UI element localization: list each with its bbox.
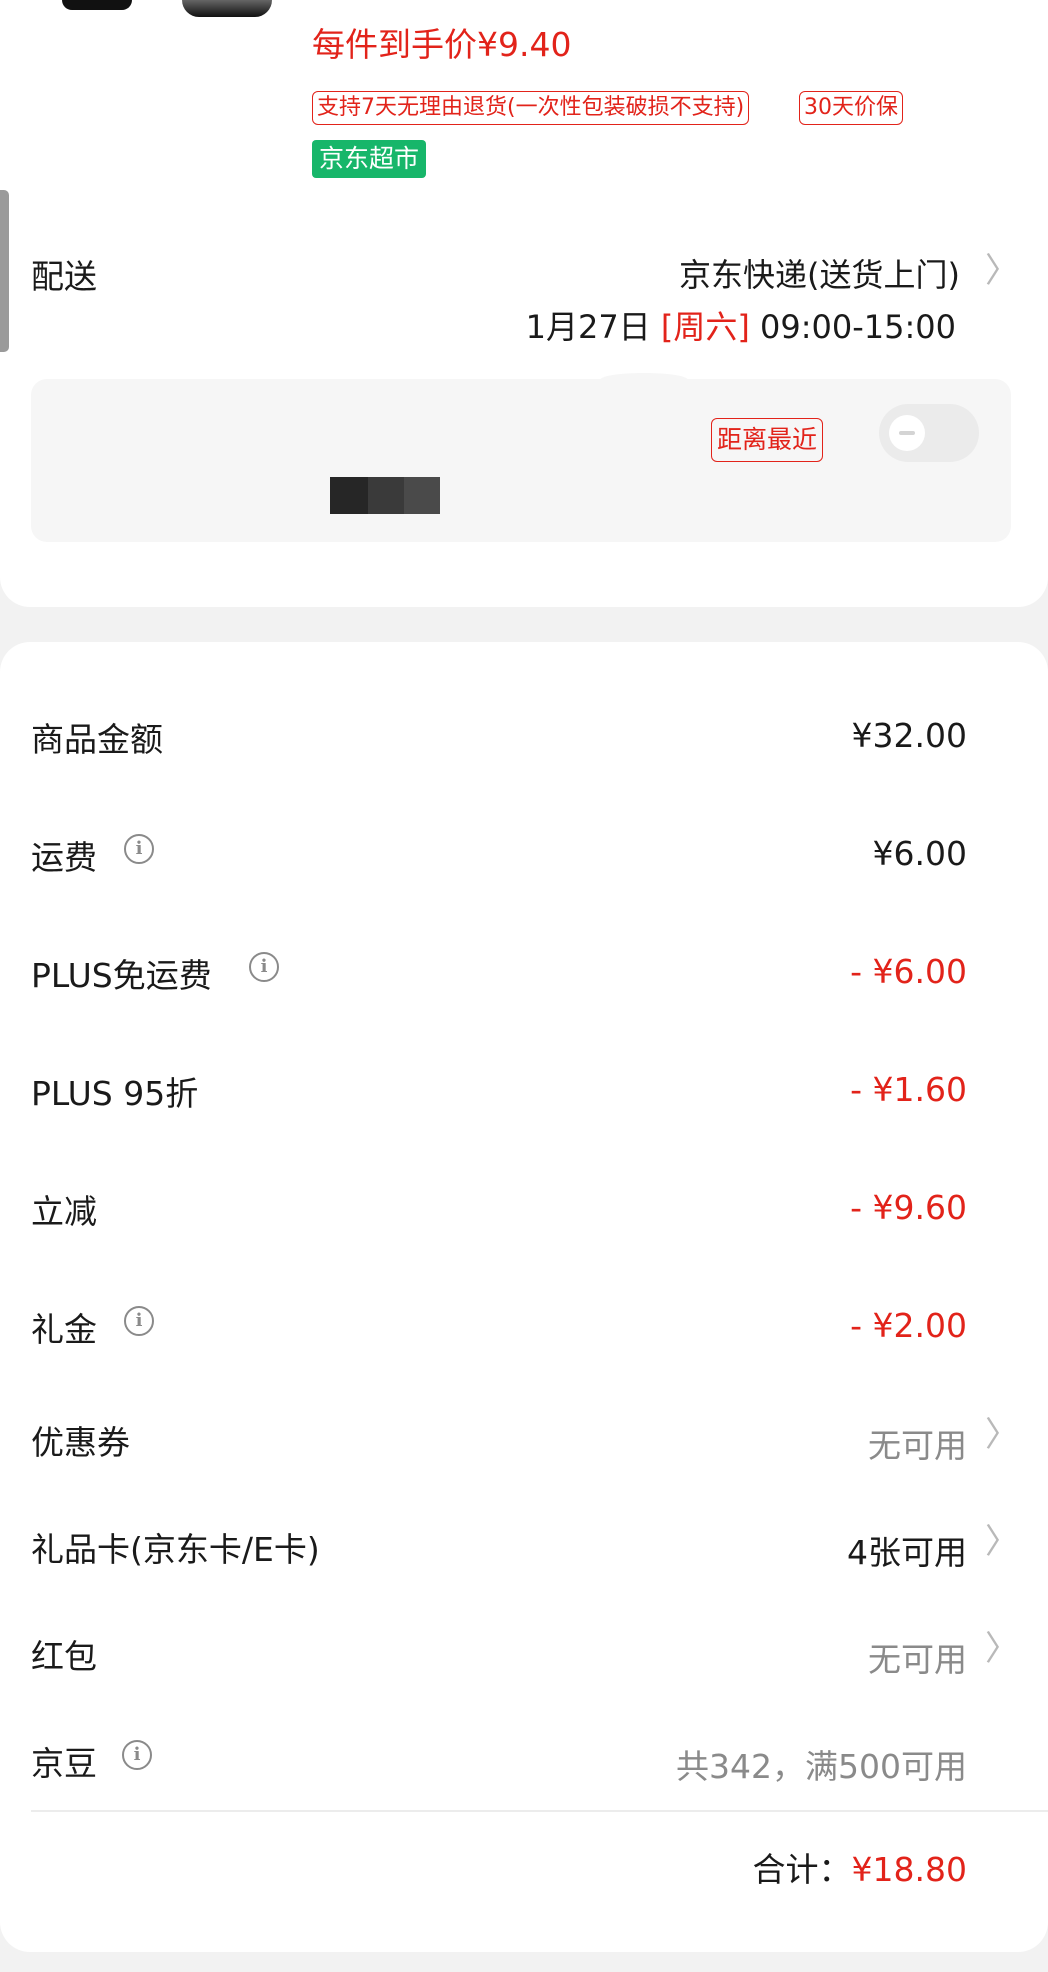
info-circle-icon[interactable]: i: [124, 834, 154, 864]
total-value: ¥18.80: [851, 1850, 967, 1889]
return-policy-tag: 支持7天无理由退货(一次性包装破损不支持): [312, 91, 750, 125]
product-image[interactable]: [62, 0, 132, 10]
shipping-fee-label: 运费: [31, 838, 97, 877]
gift-card-value[interactable]: 4张可用: [847, 1526, 967, 1574]
shipping-fee-value: ¥6.00: [872, 834, 967, 873]
delivery-weekday: [周六]: [660, 308, 750, 346]
delivery-time[interactable]: 1月27日 [周六] 09:00-15:00: [526, 302, 956, 348]
order-total: 合计：¥18.80: [753, 1843, 967, 1891]
gift-money-label: 礼金: [31, 1310, 97, 1349]
plus-discount-value: - ¥1.60: [850, 1070, 967, 1109]
info-circle-icon[interactable]: i: [249, 952, 279, 982]
plus-free-shipping-label: PLUS免运费: [31, 956, 212, 995]
info-circle-icon[interactable]: i: [124, 1306, 154, 1336]
coupon-value[interactable]: 无可用: [868, 1419, 967, 1467]
info-circle-icon[interactable]: i: [122, 1740, 152, 1770]
price-protect-tag: 30天价保: [799, 91, 903, 125]
toggle-knob: [889, 415, 925, 451]
instant-discount-value: - ¥9.60: [850, 1188, 967, 1227]
plus-free-shipping-value: - ¥6.00: [850, 952, 967, 991]
chevron-right-icon[interactable]: 〉: [985, 254, 1019, 288]
red-packet-label[interactable]: 红包: [31, 1630, 97, 1678]
red-packet-value[interactable]: 无可用: [868, 1633, 967, 1681]
pickup-option-panel[interactable]: [31, 379, 1011, 542]
nearest-tag: 距离最近: [711, 418, 824, 462]
redacted-block: [368, 477, 404, 514]
redacted-block: [404, 477, 440, 514]
chevron-right-icon[interactable]: 〉: [985, 1525, 1019, 1559]
coupon-label[interactable]: 优惠券: [31, 1416, 130, 1464]
instant-discount-label: 立减: [31, 1192, 97, 1231]
jd-beans-label: 京豆: [31, 1744, 97, 1783]
gift-card-label[interactable]: 礼品卡(京东卡/E卡): [31, 1523, 320, 1571]
plus-discount-label: PLUS 95折: [31, 1074, 199, 1113]
delivery-time-range: 09:00-15:00: [760, 308, 956, 346]
goods-amount-label: 商品金额: [31, 720, 163, 759]
delivery-date: 1月27日: [525, 308, 651, 346]
chevron-right-icon[interactable]: 〉: [985, 1418, 1019, 1452]
store-badge: 京东超市: [312, 140, 427, 178]
unit-price: 每件到手价¥9.40: [312, 25, 572, 64]
pickup-toggle[interactable]: [879, 404, 979, 462]
divider: [31, 1810, 1048, 1812]
chevron-right-icon[interactable]: 〉: [985, 1632, 1019, 1666]
redacted-block: [330, 477, 368, 514]
delivery-label: 配送: [31, 257, 97, 296]
delivery-method[interactable]: 京东快递(送货上门): [679, 250, 960, 296]
gift-money-value: - ¥2.00: [850, 1306, 967, 1345]
jd-beans-value: 共342，满500可用: [676, 1747, 967, 1786]
product-image[interactable]: [182, 0, 272, 17]
total-label: 合计：: [752, 1850, 852, 1889]
goods-amount-value: ¥32.00: [851, 716, 967, 755]
scroll-indicator[interactable]: [0, 190, 9, 352]
